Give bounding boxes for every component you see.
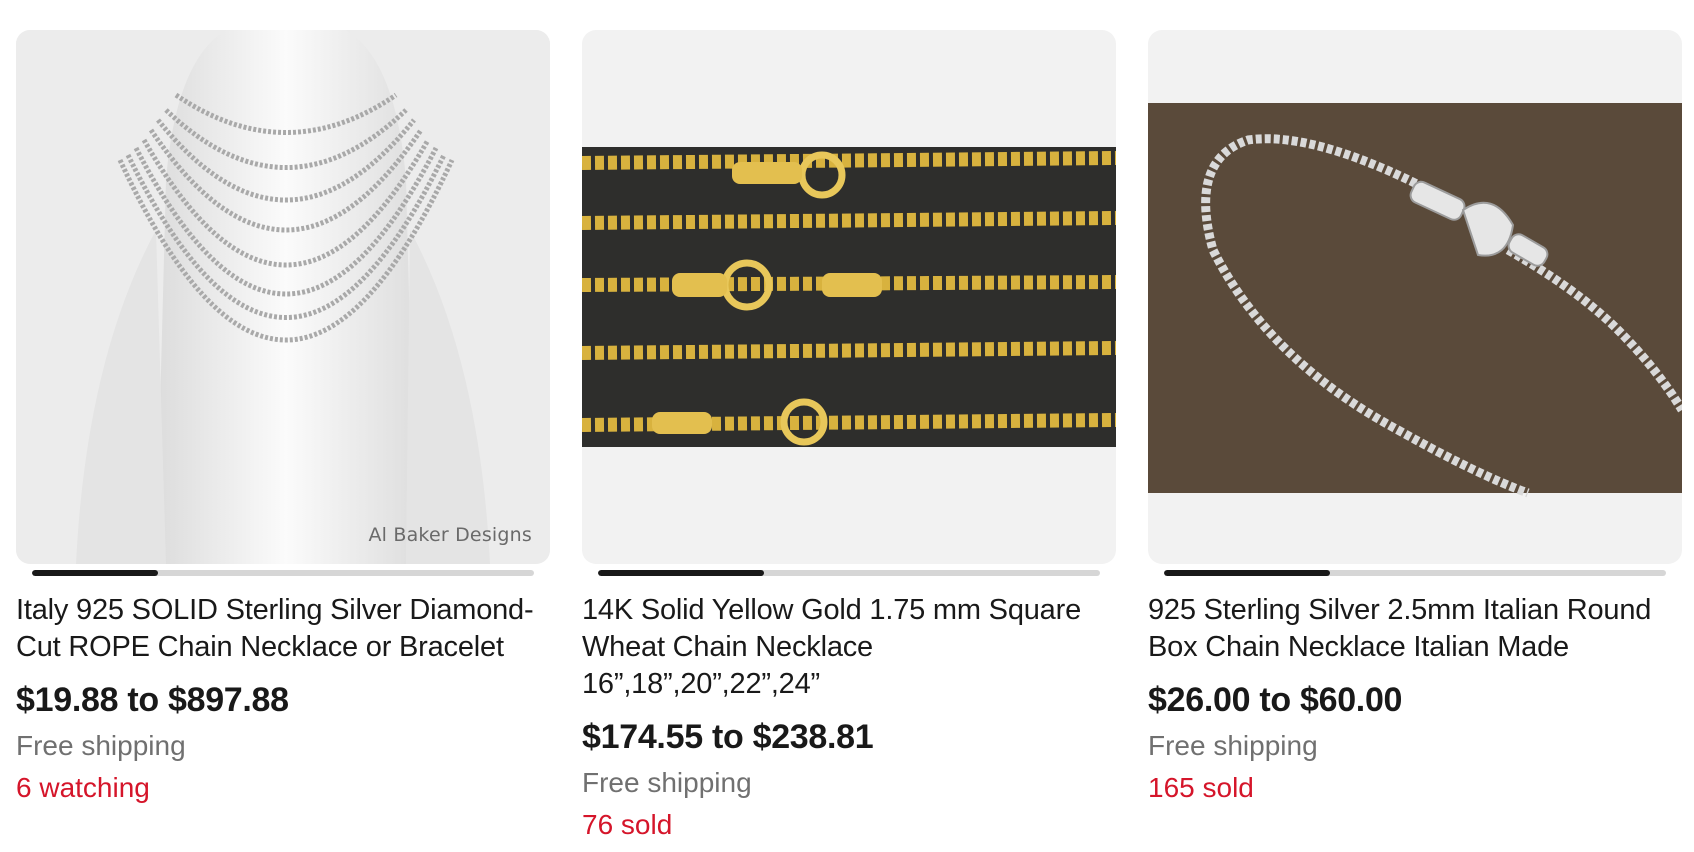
listing-price: $174.55 to $238.81 [582,718,874,756]
carousel-progress-fill [598,570,764,576]
listing-price: $26.00 to $60.00 [1148,681,1403,719]
listing-image[interactable]: Al Baker Designs [16,30,550,564]
listing-card[interactable]: 14K Solid Yellow Gold 1.75 mm Square Whe… [582,30,1116,843]
listing-card[interactable]: Al Baker Designs Italy 925 SOLID Sterlin… [16,30,550,806]
carousel-progress-fill [32,570,158,576]
silver-rope-chain-bust-icon [76,30,490,564]
listing-signal: 165 sold [1148,772,1254,803]
listing-price: $19.88 to $897.88 [16,681,289,719]
watermark: Al Baker Designs [368,524,532,546]
carousel-progress [32,570,534,576]
listing-image[interactable] [582,30,1116,564]
gold-wheat-chain-icon [582,147,1116,447]
listing-grid: Al Baker Designs Italy 925 SOLID Sterlin… [0,0,1694,852]
listing-shipping: Free shipping [582,767,752,798]
listing-shipping: Free shipping [1148,730,1318,761]
listing-image[interactable] [1148,30,1682,564]
carousel-progress-fill [1164,570,1330,576]
listing-title[interactable]: Italy 925 SOLID Sterling Silver Diamond-… [16,592,550,666]
silver-box-chain-icon [1148,103,1682,498]
listing-signal: 76 sold [582,809,673,840]
carousel-progress [1164,570,1666,576]
listing-shipping: Free shipping [16,730,186,761]
listing-signal: 6 watching [16,772,150,803]
listing-card[interactable]: 925 Sterling Silver 2.5mm Italian Round … [1148,30,1682,806]
listing-title[interactable]: 14K Solid Yellow Gold 1.75 mm Square Whe… [582,592,1116,703]
carousel-progress [598,570,1100,576]
listing-title[interactable]: 925 Sterling Silver 2.5mm Italian Round … [1148,592,1682,666]
